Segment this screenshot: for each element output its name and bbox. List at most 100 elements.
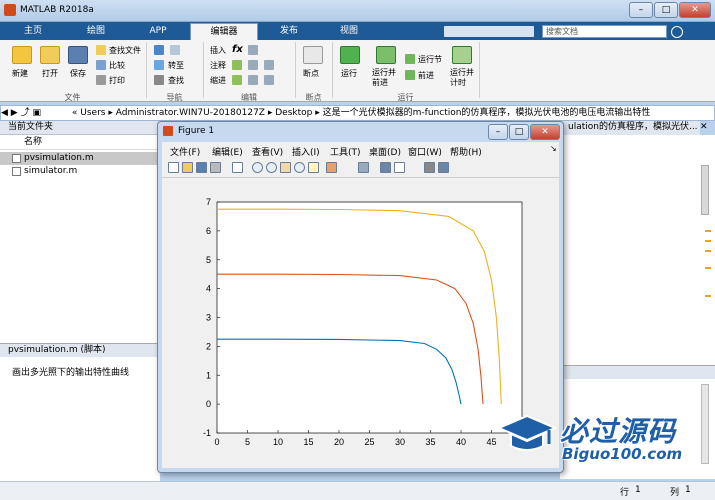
new-button[interactable]: 新建: [12, 68, 28, 79]
forward-icon[interactable]: ▶: [11, 108, 18, 118]
print-button[interactable]: 打印: [109, 75, 125, 86]
command-scrollbar[interactable]: [701, 384, 709, 464]
save-button[interactable]: 保存: [70, 68, 86, 79]
tab-publish[interactable]: 发布: [260, 23, 318, 40]
run-section-button[interactable]: 运行节: [418, 54, 442, 65]
close-editor-icon[interactable]: ✕: [700, 122, 708, 132]
brush-icon[interactable]: [326, 162, 337, 173]
nav-buttons[interactable]: ◀ ▶ ⤴ ▣: [1, 106, 69, 120]
column-header-name[interactable]: 名称: [0, 136, 159, 150]
warning-marker[interactable]: [705, 295, 711, 297]
close-button[interactable]: ✕: [679, 2, 711, 18]
uncomment-icon[interactable]: [248, 60, 258, 70]
group-nav-label: 导航: [166, 93, 183, 102]
data-cursor-icon[interactable]: [308, 162, 319, 173]
menu-desktop[interactable]: 桌面(D): [369, 145, 401, 158]
breakpoints-button[interactable]: 断点: [303, 68, 319, 79]
tab-home[interactable]: 主页: [4, 23, 62, 40]
edit-plot-arrow-icon[interactable]: [232, 162, 243, 173]
comment-button[interactable]: 注释: [210, 60, 226, 71]
file-row[interactable]: pvsimulation.m: [0, 152, 159, 165]
pan-hand-icon[interactable]: [280, 162, 291, 173]
minimize-button[interactable]: –: [629, 2, 653, 18]
indent-icon[interactable]: [232, 75, 242, 85]
open-button[interactable]: 打开: [42, 68, 58, 79]
figure-maximize-button[interactable]: □: [509, 124, 529, 140]
menu-window[interactable]: 窗口(W): [408, 145, 442, 158]
menu-file[interactable]: 文件(F): [170, 145, 200, 158]
run-time-button[interactable]: 运行并 计时: [450, 68, 474, 88]
warning-marker[interactable]: [705, 250, 711, 252]
editor-scrollbar[interactable]: [701, 165, 709, 215]
watermark-cn: 必过源码: [560, 415, 677, 448]
breadcrumb-desktop[interactable]: Desktop: [275, 108, 312, 118]
breadcrumb-overflow[interactable]: «: [72, 108, 78, 118]
editor-tab[interactable]: ulation的仿真程序，模拟光伏...: [560, 121, 700, 135]
menu-help[interactable]: 帮助(H): [450, 145, 482, 158]
indent-button[interactable]: 缩进: [210, 75, 226, 86]
breadcrumb: « Users ▸ Administrator.WIN7U-20180127Z …: [72, 108, 651, 118]
menu-edit[interactable]: 编辑(E): [212, 145, 243, 158]
insert-section-icon[interactable]: [248, 45, 258, 55]
link-plot-icon[interactable]: [358, 162, 369, 173]
rotate-3d-icon[interactable]: [294, 162, 305, 173]
new-figure-icon[interactable]: [168, 162, 179, 173]
ribbon-divider: [332, 42, 333, 98]
browse-folder-icon[interactable]: ▣: [32, 108, 41, 118]
file-row[interactable]: simulator.m: [0, 165, 159, 178]
search-input[interactable]: 搜索文档: [542, 25, 667, 38]
breadcrumb-folder[interactable]: 这是一个光伏模拟器的m-function的仿真程序，模拟光伏电池的电压电流输出特…: [323, 108, 651, 118]
show-plot-tools-icon[interactable]: [438, 162, 449, 173]
tab-apps[interactable]: APP: [130, 23, 186, 40]
menu-insert[interactable]: 插入(I): [292, 145, 320, 158]
figure-close-button[interactable]: ✕: [530, 124, 560, 140]
figure-titlebar[interactable]: Figure 1 – □ ✕: [158, 122, 563, 140]
breadcrumb-users[interactable]: Users: [80, 108, 105, 118]
menu-tools[interactable]: 工具(T): [330, 145, 361, 158]
menu-view[interactable]: 查看(V): [252, 145, 283, 158]
comment-icon[interactable]: [232, 60, 242, 70]
back-arrow-icon[interactable]: [154, 45, 164, 55]
tab-editor[interactable]: 编辑器: [190, 23, 258, 40]
unindent-icon[interactable]: [248, 75, 258, 85]
breakpoints-icon: [303, 46, 323, 64]
find-files-button[interactable]: 查找文件: [109, 45, 141, 56]
run-advance-button[interactable]: 运行并 前进: [372, 68, 396, 88]
goto-button[interactable]: 转至: [168, 60, 184, 71]
warning-marker[interactable]: [705, 240, 711, 242]
smart-indent-icon[interactable]: [264, 75, 274, 85]
forward-arrow-icon[interactable]: [170, 45, 180, 55]
warning-marker[interactable]: [705, 267, 711, 269]
dock-icon[interactable]: ↘: [550, 144, 557, 153]
current-folder-header: 当前文件夹: [0, 121, 160, 135]
search-icon[interactable]: [671, 26, 683, 38]
save-figure-icon[interactable]: [196, 162, 207, 173]
fx-button[interactable]: fx: [232, 44, 243, 55]
print-figure-icon[interactable]: [210, 162, 221, 173]
legend-icon[interactable]: [394, 162, 405, 173]
x-tick-label: 40: [456, 437, 466, 447]
compare-button[interactable]: 比较: [109, 60, 125, 71]
figure-minimize-button[interactable]: –: [488, 124, 508, 140]
editor-pane[interactable]: [560, 135, 715, 365]
maximize-button[interactable]: □: [654, 2, 678, 18]
m-file-icon: [12, 167, 21, 176]
zoom-out-icon[interactable]: [266, 162, 277, 173]
run-button[interactable]: 运行: [341, 68, 357, 79]
open-file-icon[interactable]: [182, 162, 193, 173]
advance-button[interactable]: 前进: [418, 70, 434, 81]
colorbar-icon[interactable]: [380, 162, 391, 173]
quick-access-toolbar[interactable]: [444, 26, 534, 37]
find-button[interactable]: 查找: [168, 75, 184, 86]
breadcrumb-admin[interactable]: Administrator.WIN7U-20180127Z: [116, 108, 265, 118]
zoom-in-icon[interactable]: [252, 162, 263, 173]
up-folder-icon[interactable]: ⤴: [21, 108, 30, 118]
tab-view[interactable]: 视图: [320, 23, 378, 40]
warning-marker[interactable]: [705, 230, 711, 232]
insert-button[interactable]: 插入: [210, 45, 226, 56]
back-icon[interactable]: ◀: [1, 108, 8, 118]
wrap-comment-icon[interactable]: [264, 60, 274, 70]
address-bar[interactable]: ◀ ▶ ⤴ ▣ « Users ▸ Administrator.WIN7U-20…: [0, 105, 715, 121]
hide-plot-tools-icon[interactable]: [424, 162, 435, 173]
tab-plots[interactable]: 绘图: [66, 23, 126, 40]
